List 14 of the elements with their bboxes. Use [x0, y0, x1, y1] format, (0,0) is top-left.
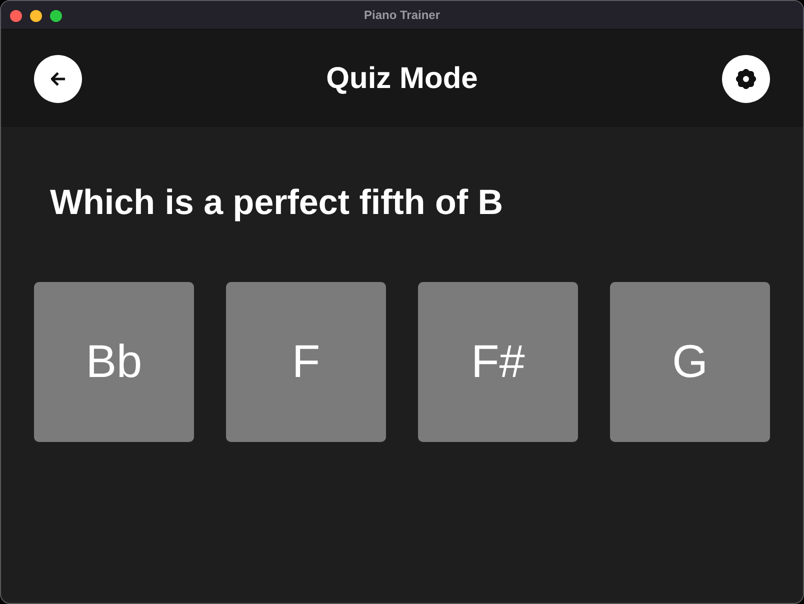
answer-option[interactable]: Bb: [34, 282, 194, 442]
question-text: Which is a perfect fifth of B: [50, 182, 504, 224]
settings-button[interactable]: [722, 54, 770, 102]
back-arrow-icon: [51, 72, 65, 86]
answer-option[interactable]: G: [610, 282, 770, 442]
settings-icon: [736, 68, 756, 88]
answer-option[interactable]: F: [226, 282, 386, 442]
maximize-icon[interactable]: [50, 10, 62, 22]
page-title: Quiz Mode: [326, 62, 478, 96]
answer-option[interactable]: F#: [418, 282, 578, 442]
back-button[interactable]: [34, 54, 82, 102]
close-icon[interactable]: [10, 10, 22, 22]
minimize-icon[interactable]: [30, 10, 42, 22]
window-title: Piano Trainer: [364, 8, 440, 22]
